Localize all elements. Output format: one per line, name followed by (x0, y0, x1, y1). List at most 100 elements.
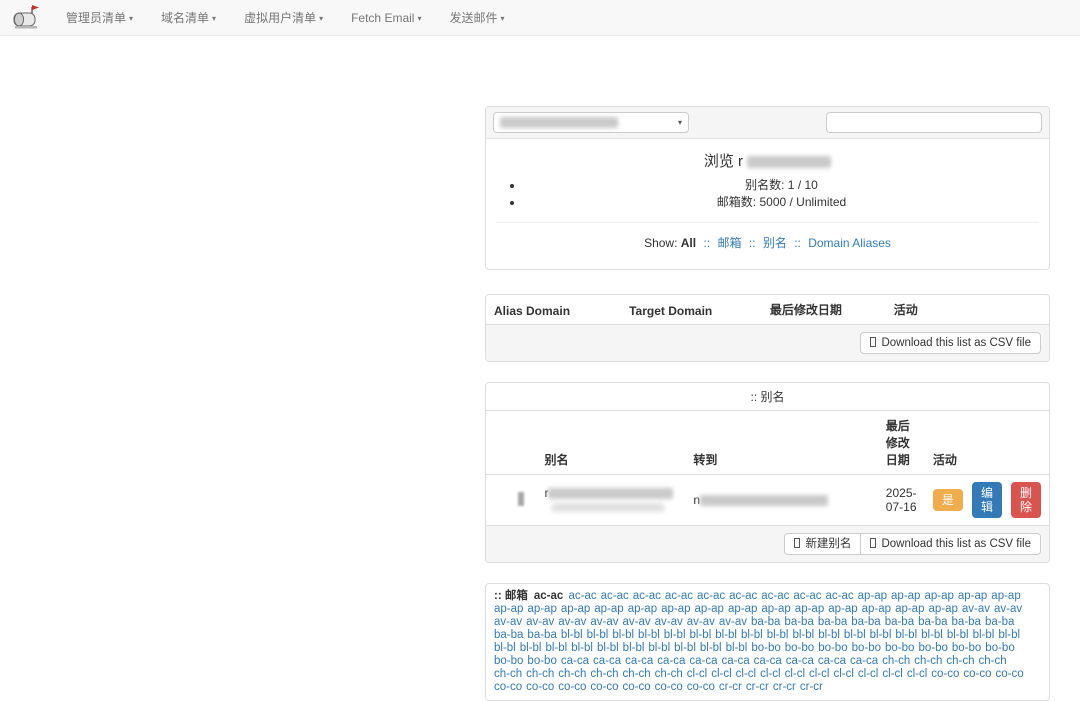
download-csv-button-2[interactable]: Download this list as CSV file (860, 533, 1041, 555)
page-range-link[interactable]: ac-ac (793, 590, 821, 603)
edit-button[interactable]: 编辑 (972, 482, 1002, 518)
page-range-link[interactable]: ap-ap (527, 603, 556, 616)
page-range-link[interactable]: ac-ac (665, 590, 693, 603)
page-range-link[interactable]: ap-ap (828, 603, 857, 616)
new-alias-button[interactable]: 新建别名 (784, 533, 861, 555)
page-range-link[interactable]: ch-ch (623, 668, 651, 681)
page-range-link[interactable]: av-av (590, 616, 618, 629)
page-range-link[interactable]: co-co (590, 681, 618, 694)
page-range-link[interactable]: cr-cr (800, 681, 823, 694)
page-range-link[interactable]: bo-bo (952, 642, 981, 655)
page-range-link[interactable]: av-av (994, 603, 1022, 616)
show-domain-aliases-link[interactable]: Domain Aliases (808, 236, 891, 250)
page-range-link[interactable]: bo-bo (852, 642, 881, 655)
page-range-link[interactable]: co-co (687, 681, 715, 694)
page-range-link[interactable]: ca-ca (850, 655, 878, 668)
page-range-link[interactable]: ba-ba (784, 616, 813, 629)
page-range-link[interactable]: bl-bl (726, 642, 748, 655)
page-range-link[interactable]: bl-bl (587, 629, 609, 642)
delete-button[interactable]: 删除 (1011, 482, 1041, 518)
page-range-link[interactable]: cl-cl (858, 668, 878, 681)
page-range-link[interactable]: co-co (931, 668, 959, 681)
page-range-link[interactable]: co-co (526, 681, 554, 694)
page-range-link[interactable]: ap-ap (858, 590, 887, 603)
page-range-link[interactable]: ca-ca (754, 655, 782, 668)
page-range-link[interactable]: ba-ba (952, 616, 981, 629)
nav-menu-item[interactable]: 管理员清单▾ (52, 9, 147, 26)
alias-row-checkbox[interactable] (518, 492, 524, 506)
page-range-link[interactable]: av-av (719, 616, 747, 629)
page-range-link[interactable]: ch-ch (590, 668, 618, 681)
nav-menu-item[interactable]: 虚拟用户清单▾ (230, 9, 337, 26)
page-range-link[interactable]: bl-bl (700, 642, 722, 655)
page-range-link[interactable]: ap-ap (991, 590, 1020, 603)
page-range-link[interactable]: co-co (963, 668, 991, 681)
page-range-link[interactable]: ca-ca (657, 655, 685, 668)
page-range-link[interactable]: ca-ca (818, 655, 846, 668)
page-range-link[interactable]: ch-ch (526, 668, 554, 681)
page-range-link[interactable]: ba-ba (527, 629, 556, 642)
page-range-link[interactable]: co-co (494, 681, 522, 694)
page-range-link[interactable]: bl-bl (561, 629, 583, 642)
page-range-link[interactable]: ch-ch (655, 668, 683, 681)
page-range-link[interactable]: cl-cl (882, 668, 902, 681)
page-range-link[interactable]: ba-ba (851, 616, 880, 629)
page-range-link[interactable]: ca-ca (561, 655, 589, 668)
page-range-link[interactable]: ap-ap (494, 603, 523, 616)
page-range-link[interactable]: ch-ch (882, 655, 910, 668)
page-range-link[interactable]: co-co (558, 681, 586, 694)
page-range-link[interactable]: ac-ac (601, 590, 629, 603)
page-range-link[interactable]: ap-ap (958, 590, 987, 603)
page-range-link[interactable]: av-av (623, 616, 651, 629)
page-range-link[interactable]: bl-bl (895, 629, 917, 642)
search-input[interactable] (826, 112, 1042, 133)
page-range-link[interactable]: ba-ba (985, 616, 1014, 629)
page-range-link[interactable]: bl-bl (494, 642, 516, 655)
page-range-link[interactable]: ba-ba (818, 616, 847, 629)
page-range-link[interactable]: ac-ac (761, 590, 789, 603)
page-range-link[interactable]: ba-ba (494, 629, 523, 642)
page-range-link[interactable]: bl-bl (844, 629, 866, 642)
page-range-link[interactable]: co-co (623, 681, 651, 694)
page-range-link[interactable]: av-av (962, 603, 990, 616)
page-range-link[interactable]: ap-ap (594, 603, 623, 616)
download-csv-button[interactable]: Download this list as CSV file (860, 332, 1041, 354)
page-range-link[interactable]: bl-bl (612, 629, 634, 642)
page-range-link[interactable]: bo-bo (885, 642, 914, 655)
page-range-link[interactable]: ac-ac (729, 590, 757, 603)
page-range-link[interactable]: ap-ap (891, 590, 920, 603)
page-range-link[interactable]: ap-ap (924, 590, 953, 603)
page-range-link[interactable]: cl-cl (687, 668, 707, 681)
page-range-link[interactable]: ac-ac (568, 590, 596, 603)
page-range-link[interactable]: bl-bl (998, 629, 1020, 642)
page-range-link[interactable]: co-co (996, 668, 1024, 681)
page-range-link[interactable]: ch-ch (914, 655, 942, 668)
page-range-link[interactable]: ap-ap (761, 603, 790, 616)
page-range-link[interactable]: ba-ba (885, 616, 914, 629)
nav-menu-item[interactable]: 发送邮件▾ (435, 9, 518, 26)
page-range-link[interactable]: bl-bl (571, 642, 593, 655)
show-aliases-link[interactable]: 别名 (763, 236, 787, 250)
page-range-link[interactable]: cr-cr (773, 681, 796, 694)
show-mailboxes-link[interactable]: 邮箱 (717, 236, 741, 250)
page-range-link[interactable]: cl-cl (833, 668, 853, 681)
page-range-link[interactable]: bl-bl (870, 629, 892, 642)
page-range-link[interactable]: bl-bl (638, 629, 660, 642)
page-range-link[interactable]: ca-ca (625, 655, 653, 668)
page-range-link[interactable]: ba-ba (918, 616, 947, 629)
page-range-link[interactable]: bo-bo (818, 642, 847, 655)
page-range-link[interactable]: ap-ap (862, 603, 891, 616)
page-range-link[interactable]: cl-cl (736, 668, 756, 681)
page-range-link[interactable]: ap-ap (661, 603, 690, 616)
page-range-link[interactable]: ac-ac (825, 590, 853, 603)
page-range-link[interactable]: bl-bl (973, 629, 995, 642)
page-range-link[interactable]: ch-ch (558, 668, 586, 681)
page-range-link[interactable]: bo-bo (751, 642, 780, 655)
page-range-link[interactable]: ap-ap (928, 603, 957, 616)
page-range-link[interactable]: bl-bl (921, 629, 943, 642)
page-range-link[interactable]: ca-ca (721, 655, 749, 668)
domain-select[interactable]: ▾ (493, 112, 689, 133)
page-range-link[interactable]: ca-ca (786, 655, 814, 668)
page-range-link[interactable]: ac-ac (633, 590, 661, 603)
page-range-link[interactable]: ch-ch (494, 668, 522, 681)
